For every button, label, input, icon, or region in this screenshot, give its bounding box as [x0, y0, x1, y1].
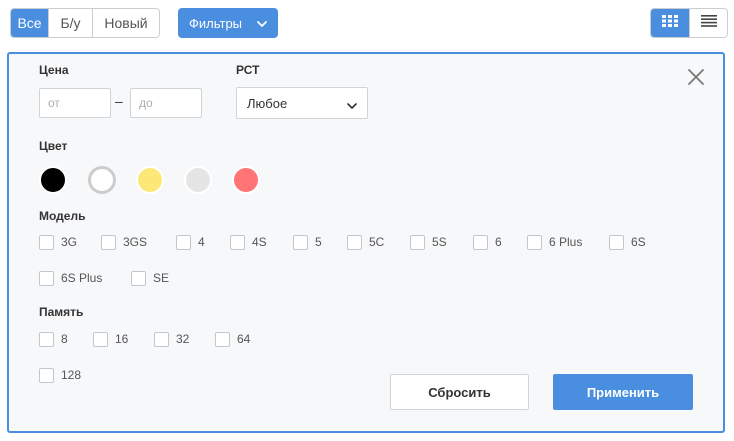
model-option-5c[interactable]: 5C — [347, 234, 384, 250]
model-option-label: 4S — [252, 235, 267, 249]
memory-checkbox[interactable] — [215, 331, 230, 347]
memory-checkbox[interactable] — [154, 331, 169, 347]
list-view-icon — [700, 14, 717, 32]
tab-all[interactable]: Все — [11, 9, 49, 37]
filters-button[interactable]: Фильтры — [178, 8, 278, 38]
color-swatch-red[interactable] — [232, 166, 260, 194]
memory-checkbox[interactable] — [39, 331, 54, 347]
memory-option-label: 128 — [61, 368, 82, 382]
model-option-6-plus[interactable]: 6 Plus — [527, 234, 582, 250]
model-option-4s[interactable]: 4S — [230, 234, 267, 250]
model-option-5s[interactable]: 5S — [410, 234, 447, 250]
model-option-label: 6 — [495, 235, 502, 249]
model-checkbox[interactable] — [527, 234, 542, 250]
model-option-label: SE — [153, 271, 170, 285]
model-checkbox[interactable] — [131, 270, 146, 286]
model-option-6s-plus[interactable]: 6S Plus — [39, 270, 102, 286]
memory-checkbox[interactable] — [39, 367, 54, 383]
apply-button[interactable]: Применить — [553, 374, 693, 410]
memory-option-8[interactable]: 8 — [39, 331, 68, 347]
grid-view-button[interactable] — [651, 9, 689, 37]
list-view-button[interactable] — [689, 9, 727, 37]
memory-option-label: 64 — [237, 332, 251, 346]
close-button[interactable] — [687, 68, 707, 88]
color-swatch-yellow[interactable] — [136, 166, 164, 194]
model-option-label: 3G — [61, 235, 78, 249]
chevron-down-icon — [257, 17, 267, 32]
model-checkbox[interactable] — [176, 234, 191, 250]
model-option-label: 4 — [198, 235, 205, 249]
model-checkbox[interactable] — [609, 234, 624, 250]
chevron-down-icon — [347, 99, 357, 114]
tab-new[interactable]: Новый — [93, 9, 159, 37]
model-option-4[interactable]: 4 — [176, 234, 205, 250]
model-label: Модель — [39, 209, 86, 223]
model-option-3gs[interactable]: 3GS — [101, 234, 147, 250]
model-option-se[interactable]: SE — [131, 270, 169, 286]
model-option-5[interactable]: 5 — [293, 234, 322, 250]
color-label: Цвет — [39, 139, 68, 153]
model-checkbox[interactable] — [230, 234, 245, 250]
close-icon — [687, 69, 705, 90]
model-checkbox[interactable] — [101, 234, 116, 250]
model-option-label: 6 Plus — [549, 235, 583, 249]
rst-label: РСТ — [236, 63, 260, 77]
model-option-label: 6S Plus — [61, 271, 103, 285]
model-checkbox[interactable] — [39, 234, 54, 250]
memory-option-16[interactable]: 16 — [93, 331, 128, 347]
rst-select-value: Любое — [247, 95, 288, 111]
model-option-label: 5C — [369, 235, 385, 249]
model-checkbox[interactable] — [410, 234, 425, 250]
model-checkbox[interactable] — [293, 234, 308, 250]
memory-label: Память — [39, 305, 84, 319]
model-option-6[interactable]: 6 — [473, 234, 502, 250]
memory-option-64[interactable]: 64 — [215, 331, 250, 347]
model-option-label: 5S — [432, 235, 447, 249]
price-from-input[interactable] — [39, 88, 111, 118]
model-option-6s[interactable]: 6S — [609, 234, 646, 250]
model-option-3g[interactable]: 3G — [39, 234, 77, 250]
model-checkbox[interactable] — [473, 234, 488, 250]
price-range-separator: – — [115, 93, 123, 109]
price-label: Цена — [39, 63, 69, 77]
model-checkbox[interactable] — [39, 270, 54, 286]
memory-option-label: 16 — [115, 332, 129, 346]
filters-button-label: Фильтры — [189, 15, 243, 31]
memory-checkbox[interactable] — [93, 331, 108, 347]
grid-view-icon — [662, 14, 678, 32]
memory-option-128[interactable]: 128 — [39, 367, 81, 383]
model-checkbox[interactable] — [347, 234, 362, 250]
reset-button[interactable]: Сбросить — [390, 374, 529, 410]
model-option-label: 5 — [315, 235, 322, 249]
condition-filter: Все Б/у Новый — [10, 8, 160, 38]
filter-panel: Цена – РСТ Любое Цвет Модель 3G 3GS 4 4S 5 5C… — [7, 52, 725, 433]
memory-option-label: 32 — [176, 332, 190, 346]
price-to-input[interactable] — [130, 88, 202, 118]
rst-select[interactable]: Любое — [236, 87, 368, 119]
tab-used[interactable]: Б/у — [49, 9, 93, 37]
color-swatch-gray[interactable] — [184, 166, 212, 194]
memory-option-label: 8 — [61, 332, 68, 346]
view-toggle — [650, 8, 728, 38]
model-option-label: 6S — [631, 235, 646, 249]
color-swatch-white[interactable] — [88, 166, 116, 194]
model-option-label: 3GS — [123, 235, 148, 249]
color-swatch-black[interactable] — [39, 166, 67, 194]
memory-option-32[interactable]: 32 — [154, 331, 189, 347]
